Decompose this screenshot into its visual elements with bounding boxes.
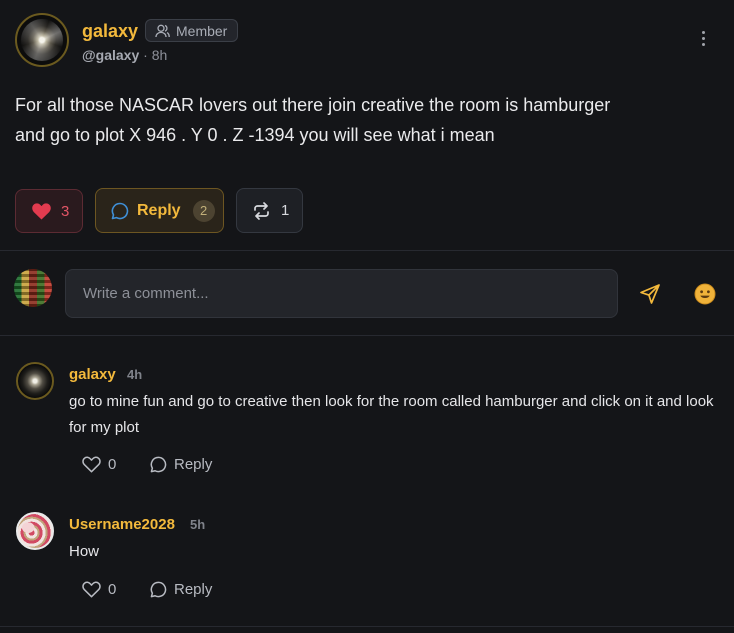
user-icon [155,24,170,37]
like-count: 3 [61,202,70,220]
reply-label: Reply [137,201,181,219]
divider [0,335,734,336]
comment-time: 4h [127,367,143,382]
author-name[interactable]: galaxy [82,21,138,42]
comment-reply-button[interactable]: Reply [150,456,212,473]
comment-avatar[interactable] [16,512,54,550]
comment-avatar[interactable] [16,362,54,400]
comment-text: go to mine fun and go to creative then l… [69,393,714,436]
comment-author[interactable]: Username2028 [69,516,175,533]
comment-bubble-icon [150,456,167,473]
divider [0,250,734,251]
emoji-icon[interactable] [694,283,716,305]
repost-count: 1 [281,202,290,219]
kebab-icon[interactable] [698,31,708,51]
heart-outline-icon [82,456,101,473]
comment-bubble-icon [111,202,129,219]
author-handle[interactable]: @galaxy [82,47,139,63]
post-body-line: For all those NASCAR lovers out there jo… [15,95,611,115]
comment-like-count: 0 [108,581,117,598]
comment-reply-label: Reply [174,456,213,473]
heart-icon [32,202,51,220]
post-card: galaxy Member @galaxy · 8h For all those… [0,0,734,633]
repost-button[interactable]: 1 [236,188,303,233]
comment-time: 5h [190,517,206,532]
divider [0,626,734,627]
comment-like-button[interactable]: 0 [82,456,116,473]
current-user-avatar [14,269,52,307]
comment-author[interactable]: galaxy [69,366,116,383]
comment-reply-button[interactable]: Reply [150,581,212,598]
post-meta: @galaxy · 8h [82,47,167,63]
post-time: 8h [151,47,168,63]
reply-button[interactable]: Reply 2 [95,188,224,233]
comment-like-count: 0 [108,456,117,473]
comment-text: How [69,543,100,560]
comment-reply-label: Reply [174,581,213,598]
post-body-line: and go to plot X 946 . Y 0 . Z -1394 you… [15,125,495,145]
reply-count: 2 [192,199,215,222]
comment-bubble-icon [150,581,167,598]
comment-input[interactable] [65,269,618,318]
author-avatar[interactable] [15,13,69,67]
meta-separator: · [143,47,148,63]
role-label: Member [176,22,228,39]
role-badge: Member [145,19,239,42]
repost-icon [254,201,269,220]
send-icon[interactable] [639,283,661,305]
like-button[interactable]: 3 [15,189,83,233]
comment-like-button[interactable]: 0 [82,581,116,598]
post-body: For all those NASCAR lovers out there jo… [15,90,665,150]
heart-outline-icon [82,581,101,598]
